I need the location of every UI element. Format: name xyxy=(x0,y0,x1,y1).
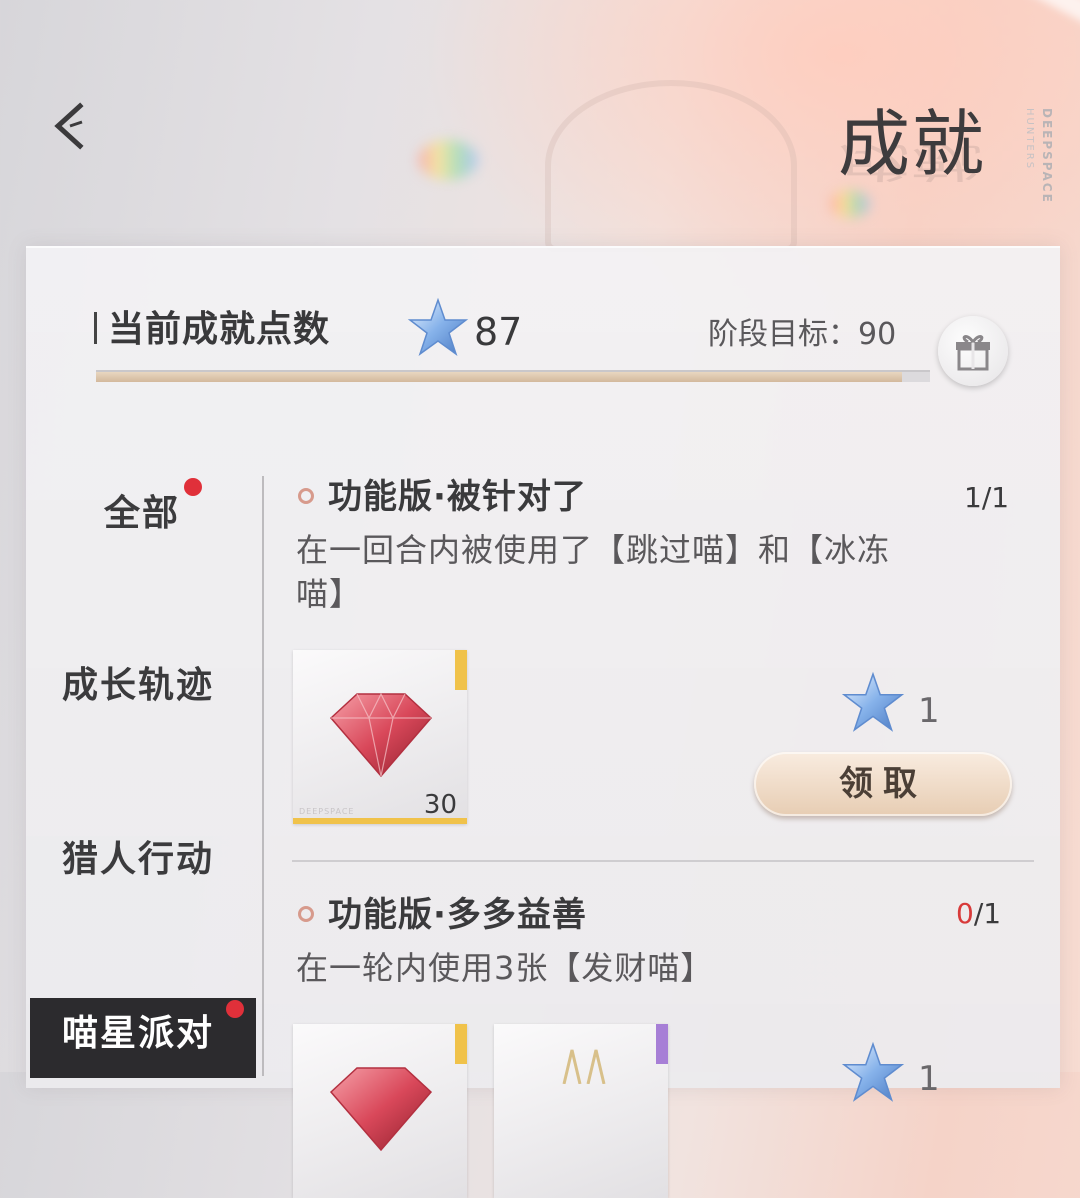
star-icon xyxy=(841,671,905,732)
claim-button[interactable]: 领取 xyxy=(754,752,1012,816)
stage-goal: 阶段目标：90 xyxy=(708,317,897,352)
points-progress-fill xyxy=(96,372,903,382)
achievement-title: 功能版·被针对了 xyxy=(328,477,587,517)
achievement-points: 1 xyxy=(918,1059,940,1099)
stage-reward-button[interactable] xyxy=(938,316,1008,386)
sidebar-item-all[interactable]: 全部 xyxy=(104,496,180,532)
trophy-icon xyxy=(562,1049,606,1084)
brand-vertical-text: DEEPSPACE xyxy=(1040,108,1054,204)
rarity-tag xyxy=(656,1024,668,1064)
reward-item-card[interactable] xyxy=(293,1024,467,1198)
gift-icon xyxy=(956,335,990,371)
points-progress-bar xyxy=(96,370,930,382)
points-label: 当前成就点数 xyxy=(108,309,331,350)
notification-dot xyxy=(226,1000,244,1018)
reward-item-card[interactable] xyxy=(494,1024,668,1198)
achievement-progress: 1/1 xyxy=(964,484,1009,512)
section-marker xyxy=(94,312,97,344)
achievement-progress: 0/1 xyxy=(956,900,1001,928)
rarity-tag xyxy=(455,1024,467,1064)
achievement-description: 在一回合内被使用了【跳过喵】和【冰冻 喵】 xyxy=(296,528,890,616)
background-prism xyxy=(418,140,478,180)
sidebar-item-label: 全部 xyxy=(104,493,181,534)
sidebar-item-label: 喵星派对 xyxy=(62,1013,215,1054)
sidebar-item-growth[interactable]: 成长轨迹 xyxy=(62,668,214,704)
achievement-points: 1 xyxy=(918,691,940,731)
gem-icon xyxy=(329,1067,433,1152)
card-brand-text: DEEPSPACE xyxy=(299,807,355,816)
brand-vertical-subtext: HUNTERS xyxy=(1024,108,1035,171)
back-button[interactable] xyxy=(48,100,92,160)
rarity-stripe xyxy=(293,818,467,824)
star-icon xyxy=(841,1041,905,1102)
achievement-description-line: 喵】 xyxy=(296,575,363,613)
sidebar-item-cat-party[interactable]: 喵星派对 xyxy=(30,998,256,1078)
achievement-divider xyxy=(292,860,1034,862)
reward-quantity: 30 xyxy=(423,790,457,820)
achievement-progress-total: /1 xyxy=(973,897,1002,930)
sidebar-item-label: 成长轨迹 xyxy=(62,665,215,706)
achievement-progress-done: 1 xyxy=(964,481,982,514)
background-emblem xyxy=(545,80,797,252)
back-chevron-icon xyxy=(54,102,84,150)
achievement-bullet xyxy=(298,906,314,922)
achievement-title: 功能版·多多益善 xyxy=(328,895,587,935)
points-value: 87 xyxy=(474,310,523,354)
sidebar-divider xyxy=(262,476,264,1076)
gem-icon xyxy=(329,692,433,778)
achievement-description-line: 在一轮内使用3张【发财喵】 xyxy=(296,949,714,987)
achievement-description-line: 在一回合内被使用了【跳过喵】和【冰冻 xyxy=(296,531,891,569)
page-title-reflection: 成就 xyxy=(838,139,983,186)
rarity-tag xyxy=(455,650,467,690)
achievement-progress-done: 0 xyxy=(956,897,974,930)
star-icon xyxy=(407,297,469,356)
sidebar-item-label: 猎人行动 xyxy=(62,839,215,880)
achievement-bullet xyxy=(298,488,314,504)
background-prism xyxy=(830,190,870,218)
reward-item-card[interactable]: DEEPSPACE 30 xyxy=(293,650,467,824)
achievement-progress-total: /1 xyxy=(981,481,1010,514)
achievement-description: 在一轮内使用3张【发财喵】 xyxy=(296,946,713,990)
notification-dot xyxy=(184,478,202,496)
sidebar-item-hunter-action[interactable]: 猎人行动 xyxy=(62,842,214,878)
